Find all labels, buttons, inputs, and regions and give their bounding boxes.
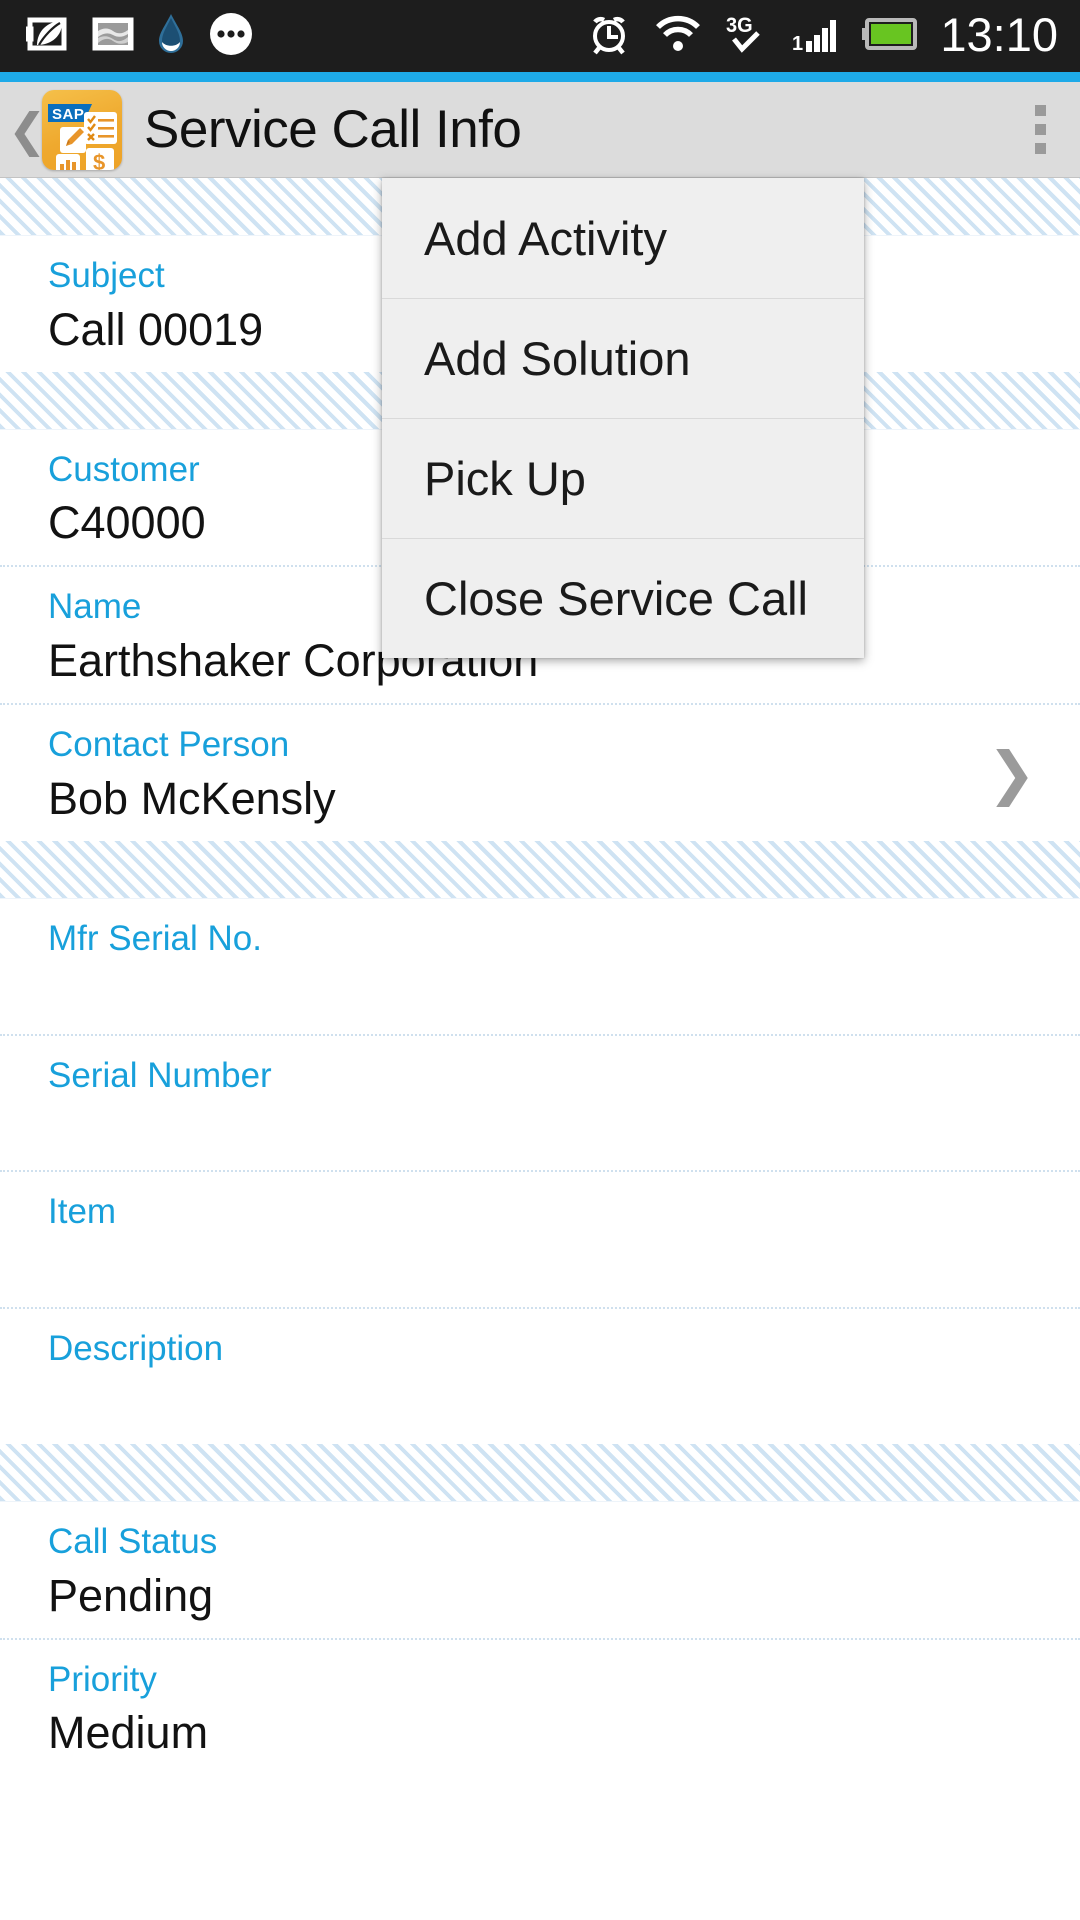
status-bar-left-icons bbox=[0, 11, 254, 62]
field-row-item[interactable]: Item bbox=[0, 1170, 1080, 1308]
field-label: Description bbox=[48, 1329, 224, 1369]
field-row-contact-person[interactable]: Contact Person Bob McKensly ❯ bbox=[0, 703, 1080, 841]
menu-item-add-solution[interactable]: Add Solution bbox=[382, 298, 864, 418]
form-group: Call Status Pending Priority Medium bbox=[0, 1501, 1080, 1776]
field-value bbox=[48, 1239, 1080, 1293]
signal-bars-icon: 1 bbox=[792, 14, 840, 59]
battery-saver-leaf-icon bbox=[23, 14, 70, 59]
menu-item-pick-up[interactable]: Pick Up bbox=[382, 418, 864, 538]
field-value bbox=[48, 1376, 1080, 1430]
field-label: Serial Number bbox=[48, 1055, 272, 1095]
svg-text:1: 1 bbox=[792, 33, 803, 54]
field-row-serial-number[interactable]: Serial Number bbox=[0, 1033, 1080, 1171]
field-value bbox=[48, 1102, 1080, 1156]
page-title: Service Call Info bbox=[144, 100, 522, 159]
status-bar: 3G 1 13:10 bbox=[0, 0, 1080, 72]
status-bar-clock: 13:10 bbox=[940, 8, 1058, 61]
sap-service-app-icon: SAP $ bbox=[42, 89, 122, 170]
back-button[interactable]: ❮ bbox=[8, 107, 47, 153]
section-separator bbox=[0, 1443, 1080, 1502]
field-value: Bob McKensly bbox=[48, 772, 336, 824]
battery-icon bbox=[862, 17, 918, 56]
chevron-right-icon[interactable]: ❯ bbox=[987, 744, 1036, 802]
svg-text:$: $ bbox=[93, 150, 105, 170]
field-row-call-status[interactable]: Call Status Pending bbox=[0, 1501, 1080, 1638]
more-options-circle-icon bbox=[208, 11, 254, 62]
field-row-priority[interactable]: Priority Medium bbox=[0, 1637, 1080, 1776]
menu-item-close-service-call[interactable]: Close Service Call bbox=[382, 538, 864, 658]
field-value bbox=[48, 966, 1080, 1020]
svg-text:3G: 3G bbox=[726, 13, 753, 37]
water-drop-icon bbox=[156, 12, 186, 61]
overflow-dropdown-menu: Add Activity Add Solution Pick Up Close … bbox=[382, 178, 864, 658]
accent-bar bbox=[0, 72, 1080, 82]
wifi-icon bbox=[654, 14, 702, 59]
overflow-dot bbox=[1035, 124, 1046, 135]
field-value: Medium bbox=[48, 1707, 209, 1759]
alarm-clock-icon bbox=[586, 11, 632, 62]
section-separator bbox=[0, 840, 1080, 899]
overflow-menu-button[interactable] bbox=[1035, 105, 1046, 154]
menu-item-add-activity[interactable]: Add Activity bbox=[382, 178, 864, 298]
field-label: Contact Person bbox=[48, 725, 290, 765]
screenshot-capture-icon bbox=[92, 13, 134, 60]
field-row-description[interactable]: Description bbox=[0, 1307, 1080, 1444]
field-label: Mfr Serial No. bbox=[48, 918, 262, 958]
status-bar-right-icons: 3G 1 13:10 bbox=[586, 11, 1080, 62]
field-row-mfr-serial-no[interactable]: Mfr Serial No. bbox=[0, 898, 1080, 1034]
overflow-dot bbox=[1035, 105, 1046, 116]
field-label: Call Status bbox=[48, 1521, 218, 1561]
form-group: Mfr Serial No. Serial Number Item Descri… bbox=[0, 898, 1080, 1444]
overflow-dot bbox=[1035, 143, 1046, 154]
field-label: Item bbox=[48, 1192, 117, 1232]
network-3g-icon: 3G bbox=[724, 11, 770, 62]
field-value: Pending bbox=[48, 1569, 214, 1621]
svg-text:SAP: SAP bbox=[52, 106, 84, 123]
field-label: Priority bbox=[48, 1659, 157, 1699]
app-header: ❮ SAP $ Service Call Info bbox=[0, 82, 1080, 178]
